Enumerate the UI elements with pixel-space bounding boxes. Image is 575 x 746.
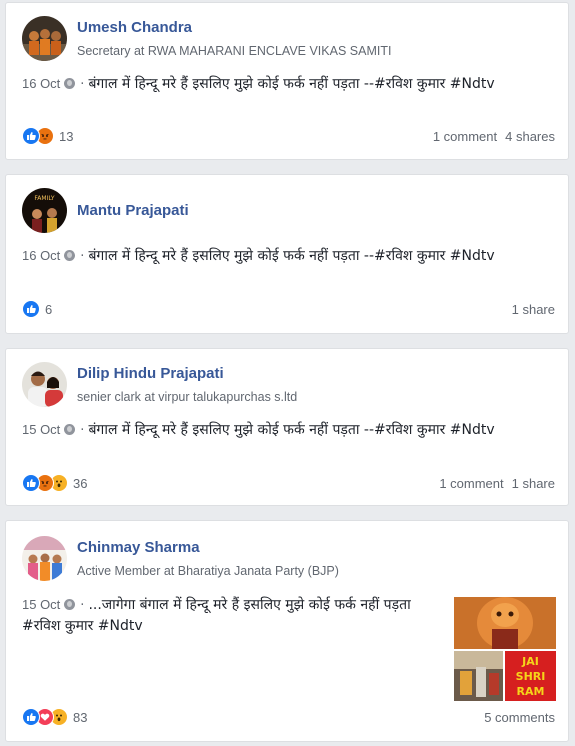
reaction-count: 83 (73, 709, 88, 725)
post-text: 15 Oct · बंगाल में हिन्दू मरे हैं इसलिए मु… (22, 419, 552, 441)
author-name[interactable]: Chinmay Sharma (77, 539, 200, 556)
post-date[interactable]: 16 Oct (22, 76, 60, 91)
photo-caption: JAI (521, 655, 539, 668)
author-subtitle: Active Member at Bharatiya Janata Party … (77, 564, 339, 578)
separator: · (80, 249, 85, 264)
reaction-count: 36 (73, 475, 88, 491)
like-icon (22, 474, 40, 492)
post-card: Dilip Hindu Prajapati senier clark at vi… (5, 348, 569, 506)
shares-link[interactable]: 1 share (512, 476, 555, 491)
avatar[interactable] (22, 362, 67, 407)
post-card: Chinmay Sharma Active Member at Bharatiy… (5, 520, 569, 742)
author-name[interactable]: Dilip Hindu Prajapati (77, 365, 224, 382)
post-body: बंगाल में हिन्दू मरे हैं इसलिए मुझे कोई … (88, 76, 495, 92)
shares-link[interactable]: 4 shares (505, 129, 555, 144)
author-subtitle: Secretary at RWA MAHARANI ENCLAVE VIKAS … (77, 44, 392, 58)
reactions-summary[interactable]: 13 (22, 126, 73, 146)
post-text: 15 Oct · ...जागेगा बंगाल में हिन्दू मरे है… (22, 594, 450, 637)
globe-icon (64, 78, 76, 89)
post-body: बंगाल में हिन्दू मरे हैं इसलिए मुझे कोई … (88, 248, 495, 264)
avatar[interactable] (22, 536, 67, 581)
like-icon (22, 300, 40, 318)
photo-collage[interactable]: JAI SHRI RAM (454, 597, 556, 701)
reactions-summary[interactable]: 36 (22, 473, 87, 493)
post-card: FAMILY Mantu Prajapati 16 Oct · बंगाल में … (5, 174, 569, 334)
author-name[interactable]: Mantu Prajapati (77, 202, 189, 219)
reactions-summary[interactable]: 6 (22, 299, 52, 319)
engagement-stats: 1 comment 4 shares (433, 129, 555, 144)
separator: · (80, 423, 85, 438)
comments-link[interactable]: 5 comments (484, 710, 555, 725)
engagement-stats: 1 share (512, 302, 555, 317)
author-subtitle: senier clark at virpur talukapurchas s.l… (77, 390, 298, 404)
like-icon (22, 708, 40, 726)
photo-thumbnail[interactable]: JAI SHRI RAM (505, 651, 556, 701)
post-card: Umesh Chandra Secretary at RWA MAHARANI … (5, 2, 569, 160)
like-icon (22, 127, 40, 145)
avatar[interactable]: FAMILY (22, 188, 67, 233)
reaction-count: 13 (59, 128, 74, 144)
engagement-stats: 5 comments (484, 710, 555, 725)
avatar-caption: FAMILY (34, 195, 54, 202)
post-text: 16 Oct · बंगाल में हिन्दू मरे हैं इसलिए मु… (22, 73, 552, 95)
comments-link[interactable]: 1 comment (433, 129, 497, 144)
photo-caption: SHRI (516, 670, 546, 683)
photo-thumbnail[interactable] (454, 651, 503, 701)
separator: · (80, 77, 85, 92)
author-name[interactable]: Umesh Chandra (77, 19, 192, 36)
comments-link[interactable]: 1 comment (439, 476, 503, 491)
engagement-stats: 1 comment 1 share (439, 476, 555, 491)
post-date[interactable]: 16 Oct (22, 248, 60, 263)
globe-icon (64, 599, 76, 610)
separator: · (80, 598, 85, 613)
post-text: 16 Oct · बंगाल में हिन्दू मरे हैं इसलिए मु… (22, 245, 552, 267)
reactions-summary[interactable]: 83 (22, 707, 87, 727)
post-date[interactable]: 15 Oct (22, 597, 60, 612)
globe-icon (64, 424, 76, 435)
reaction-count: 6 (45, 301, 53, 317)
globe-icon (64, 250, 76, 261)
shares-link[interactable]: 1 share (512, 302, 555, 317)
post-date[interactable]: 15 Oct (22, 422, 60, 437)
photo-caption: RAM (517, 685, 545, 698)
photo-thumbnail[interactable] (454, 597, 556, 649)
post-body: बंगाल में हिन्दू मरे हैं इसलिए मुझे कोई … (88, 422, 495, 438)
avatar[interactable] (22, 16, 67, 61)
